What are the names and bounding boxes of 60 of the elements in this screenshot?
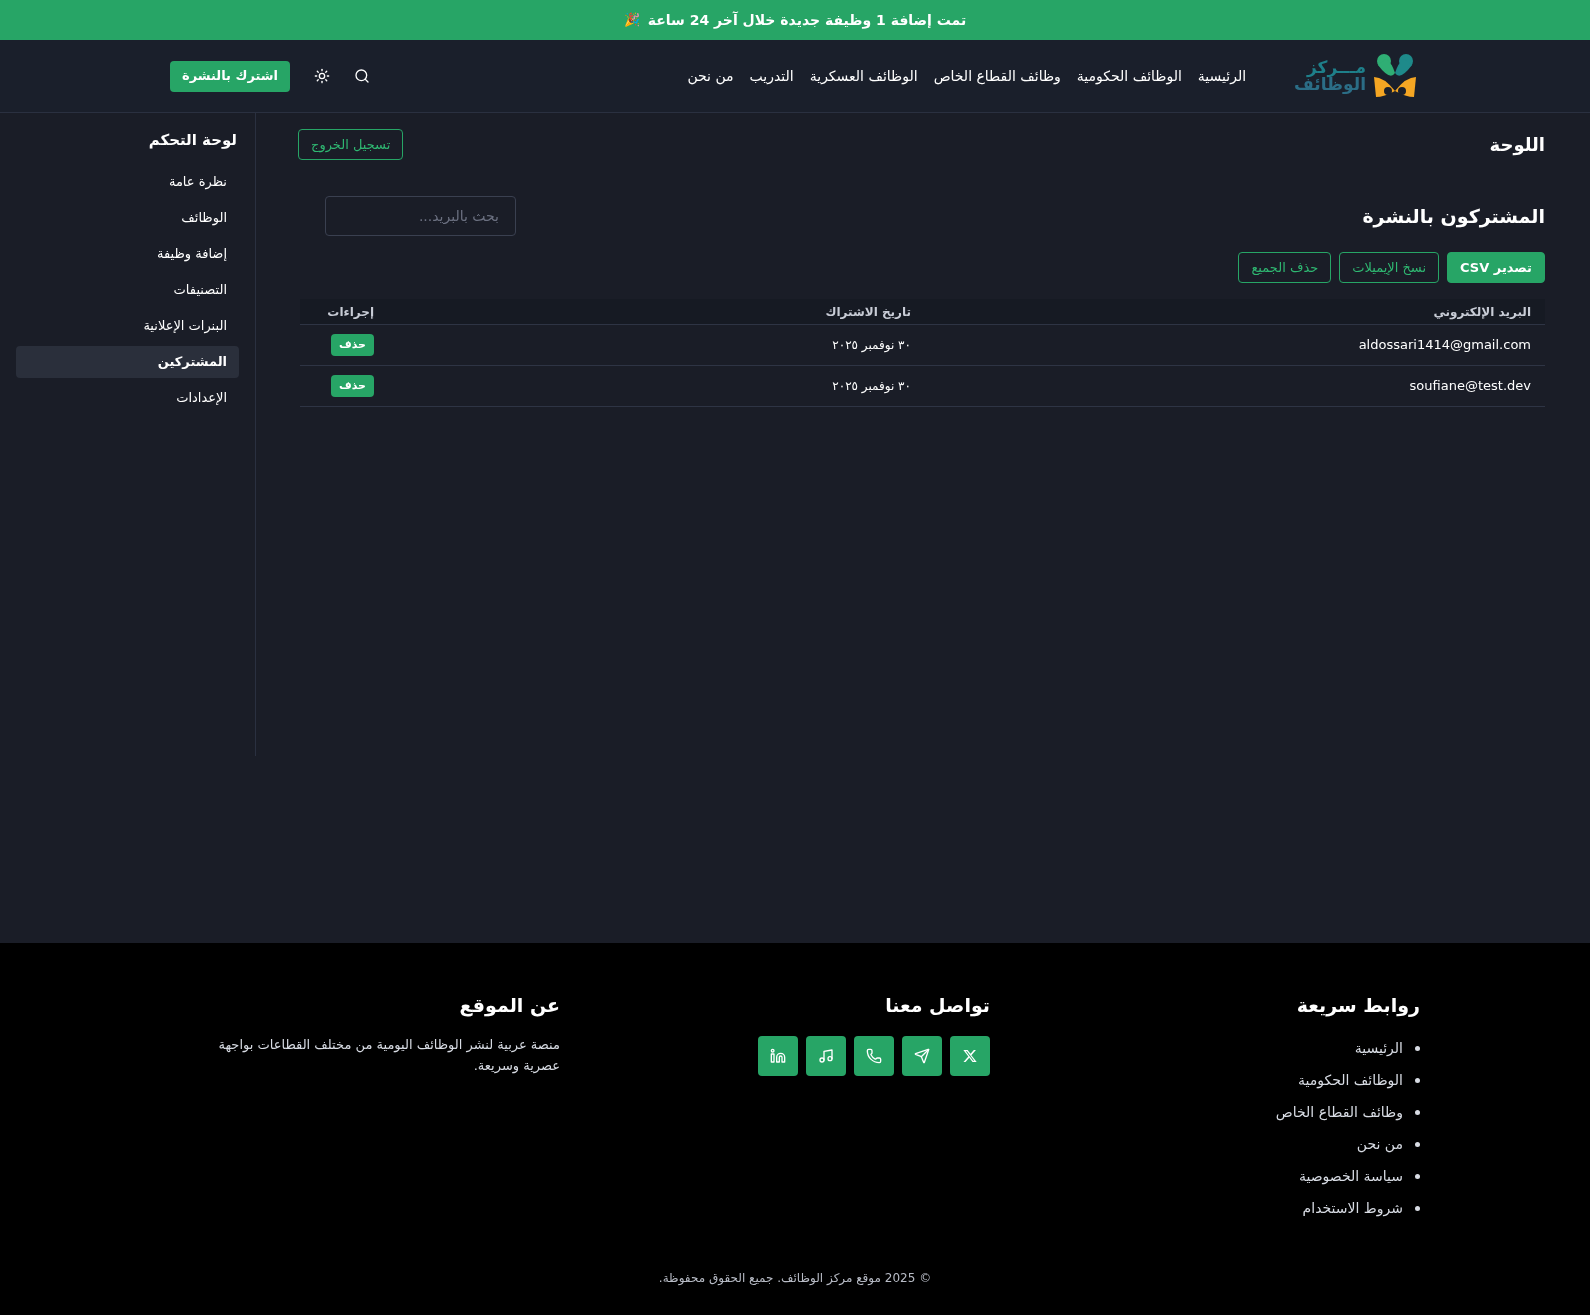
action-button[interactable]: نسخ الإيميلات bbox=[1339, 252, 1440, 283]
footer-link[interactable]: من نحن bbox=[1356, 1133, 1403, 1155]
nav-link[interactable]: الوظائف الحكومية bbox=[1076, 65, 1182, 87]
paper-plane-icon bbox=[914, 1047, 930, 1064]
x-logo-icon bbox=[962, 1047, 978, 1064]
section-title: المشتركون بالنشرة bbox=[1362, 203, 1545, 230]
bullet-icon bbox=[1415, 1205, 1420, 1211]
footer-link[interactable]: سياسة الخصوصية bbox=[1298, 1165, 1403, 1187]
bullet-icon bbox=[1415, 1077, 1420, 1083]
footer-heading: تواصل معنا bbox=[884, 993, 990, 1019]
sidebar-item[interactable]: التصنيفات bbox=[16, 273, 239, 306]
about-text: منصة عربية لنشر الوظائف اليومية من مختلف القطاعات بواجهة عصرية وسريعة. bbox=[217, 1035, 560, 1076]
column-header: إجراءات bbox=[326, 303, 374, 321]
social-button[interactable] bbox=[854, 1035, 894, 1076]
bullet-icon bbox=[1415, 1045, 1420, 1051]
email-cell-text: soufiane@test.dev bbox=[1408, 377, 1531, 396]
phone-icon bbox=[866, 1047, 882, 1064]
bullet-icon bbox=[1415, 1173, 1420, 1179]
nav-link[interactable]: من نحن bbox=[687, 65, 734, 87]
social-button[interactable] bbox=[806, 1035, 846, 1076]
footer-link[interactable]: الرئيسية bbox=[1354, 1037, 1403, 1059]
column-header: تاريخ الاشتراك bbox=[824, 303, 911, 321]
footer-heading: روابط سريعة bbox=[1295, 993, 1420, 1019]
footer-link[interactable]: وظائف القطاع الخاص bbox=[1275, 1101, 1403, 1123]
search-field[interactable]: بحث بالبريد... bbox=[325, 196, 516, 236]
footer-link[interactable]: شروط الاستخدام bbox=[1302, 1197, 1403, 1219]
copyright-text: © 2025 موقع مركز الوظائف. جميع الحقوق محفوظة. bbox=[658, 1269, 932, 1287]
logo-text: الوظائف bbox=[1294, 76, 1366, 93]
date-cell-text: ٣٠ نوفمبر ٢٠٢٥ bbox=[831, 337, 911, 354]
sidebar-item[interactable]: نظرة عامة bbox=[16, 165, 239, 198]
sidebar-item[interactable]: البنرات الإعلانية bbox=[16, 309, 239, 342]
social-button[interactable] bbox=[950, 1035, 990, 1076]
page-title: اللوحة bbox=[1489, 133, 1545, 158]
social-button[interactable] bbox=[902, 1035, 942, 1076]
logo-text: مـــركز bbox=[1306, 59, 1366, 76]
column-header: البريد الإلكتروني bbox=[1432, 303, 1531, 321]
nav-link[interactable]: وظائف القطاع الخاص bbox=[933, 65, 1061, 87]
action-button[interactable]: حذف الجميع bbox=[1238, 252, 1332, 283]
search-icon[interactable] bbox=[354, 68, 370, 84]
party-popper-icon: 🎉 bbox=[623, 10, 640, 30]
nav-link[interactable]: الرئيسية bbox=[1197, 65, 1247, 87]
email-cell-text: aldossari1414@gmail.com bbox=[1357, 336, 1531, 355]
linkedin-icon bbox=[770, 1047, 786, 1064]
bullet-icon bbox=[1415, 1141, 1420, 1147]
nav-link[interactable]: التدريب bbox=[749, 65, 794, 87]
footer-link[interactable]: الوظائف الحكومية bbox=[1297, 1069, 1403, 1091]
music-note-icon bbox=[818, 1047, 834, 1064]
sidebar-item[interactable]: المشتركين bbox=[16, 345, 239, 378]
sidebar-item[interactable]: إضافة وظيفة bbox=[16, 237, 239, 270]
date-cell-text: ٣٠ نوفمبر ٢٠٢٥ bbox=[831, 378, 911, 395]
social-button[interactable] bbox=[758, 1035, 798, 1076]
footer-heading: عن الموقع bbox=[458, 993, 560, 1019]
sidebar-title: لوحة التحكم bbox=[147, 130, 238, 151]
logout-button[interactable]: تسجيل الخروج bbox=[298, 129, 404, 160]
sidebar-item[interactable]: الإعدادات bbox=[16, 381, 239, 414]
announcement-text: تمت إضافة 1 وظيفة جديدة خلال آخر 24 ساعة bbox=[647, 10, 967, 31]
sidebar-item[interactable]: الوظائف bbox=[16, 201, 239, 234]
sun-icon[interactable] bbox=[314, 68, 330, 84]
nav-link[interactable]: الوظائف العسكرية bbox=[809, 65, 918, 87]
bullet-icon bbox=[1415, 1109, 1420, 1115]
